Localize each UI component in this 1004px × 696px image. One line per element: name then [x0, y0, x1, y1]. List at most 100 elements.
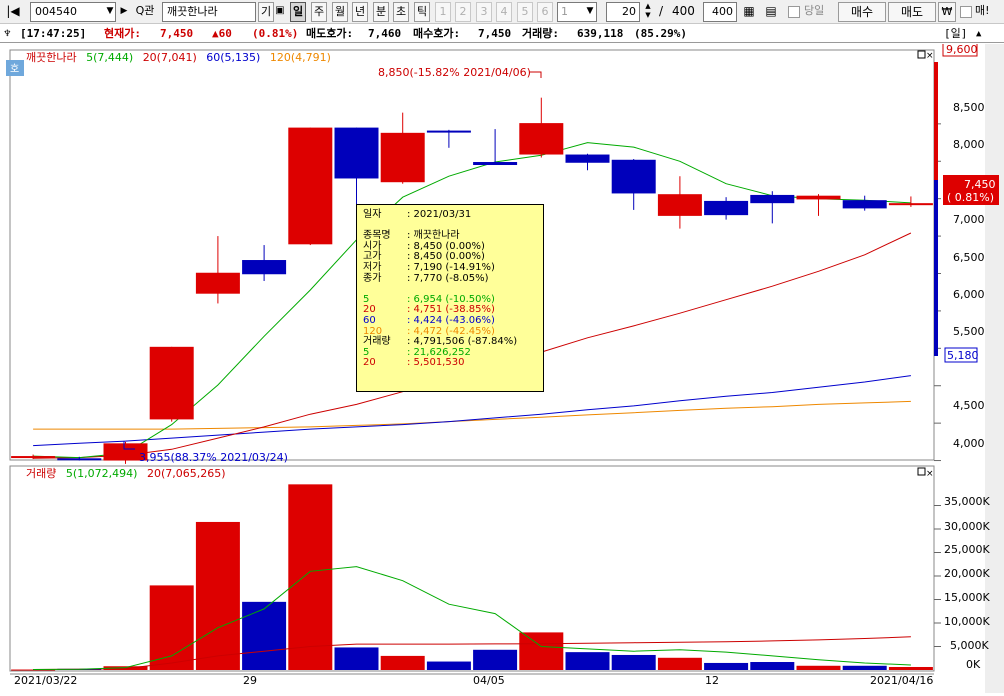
candle-body[interactable] — [611, 159, 656, 194]
candle-body[interactable] — [242, 260, 287, 275]
tooltip-value: : 7,190 (-14.91%) — [407, 261, 495, 273]
volume-bar[interactable] — [796, 665, 841, 670]
code-dropdown-icon[interactable]: ▼ — [104, 2, 116, 22]
quote-time: [17:47:25] — [20, 27, 87, 40]
volume-bar[interactable] — [334, 647, 379, 670]
tooltip-row: 일자: 2021/03/31 — [363, 209, 537, 221]
num-button-3[interactable]: 3 — [476, 2, 492, 22]
candle-body[interactable] — [473, 162, 518, 166]
calendar-icon[interactable]: ▦ — [741, 2, 757, 22]
lock-icon[interactable]: ▣ — [274, 2, 286, 22]
ohlc-tooltip: 일자: 2021/03/31 종목명: 깨끗한나라 시가: 8,450 (0.00%… — [356, 204, 544, 392]
volume-bar[interactable] — [842, 665, 887, 670]
info-button[interactable]: 기 — [258, 2, 274, 22]
vol-tick-20000: 20,000K — [944, 567, 990, 580]
price-tick-5500: 5,500 — [953, 325, 985, 338]
volume-legend: 거래량 5(1,072,494) 20(7,065,265) — [26, 467, 226, 480]
date-label-0405: 04/05 — [473, 674, 505, 687]
volume-pct: (85.29%) — [634, 27, 687, 40]
date-label-start: 2021/03/22 — [14, 674, 77, 687]
volume-bar[interactable] — [149, 585, 194, 670]
candle-body[interactable] — [565, 154, 610, 163]
volume-bar[interactable] — [473, 649, 518, 670]
next-stock-icon[interactable]: ▶ — [118, 2, 130, 22]
price-panel-close-icon[interactable]: × — [926, 51, 934, 61]
candle-body[interactable] — [334, 127, 379, 179]
count-input[interactable]: 20 — [606, 2, 640, 22]
tooltip-key: 저가 — [363, 261, 382, 273]
won-button[interactable]: ₩ — [938, 2, 956, 22]
candle-body[interactable] — [195, 272, 240, 294]
vol-ma5-legend: 5(1,072,494) — [66, 467, 138, 480]
period-month-button[interactable]: 월 — [332, 2, 348, 22]
period-tick-button[interactable]: 틱 — [414, 2, 430, 22]
candle-body[interactable] — [796, 195, 841, 200]
current-pct-axis-label: ( 0.81%) — [947, 191, 994, 204]
today-checkbox[interactable] — [788, 6, 800, 18]
volume-bar[interactable] — [242, 601, 287, 670]
num-button-4[interactable]: 4 — [496, 2, 512, 22]
period-week-button[interactable]: 주 — [311, 2, 327, 22]
period-second-button[interactable]: 초 — [393, 2, 409, 22]
volume-bar[interactable] — [704, 662, 749, 670]
num-button-6[interactable]: 6 — [537, 2, 553, 22]
price-legend: 깨끗한나라 5(7,444) 20(7,041) 60(5,135) 120(4… — [26, 51, 331, 64]
sell-button[interactable]: 매도 — [888, 2, 936, 22]
volume-panel-close-icon[interactable]: × — [926, 469, 934, 479]
price-change: ▲60 — [212, 27, 232, 40]
pin-icon[interactable]: ♆ — [4, 25, 11, 43]
vol-tick-15000: 15,000K — [944, 591, 990, 604]
volume-bar[interactable] — [657, 657, 702, 670]
candle-body[interactable] — [750, 194, 795, 204]
save-icon[interactable]: ▤ — [763, 2, 779, 22]
candle-body[interactable] — [888, 203, 933, 206]
volume-bar[interactable] — [288, 484, 333, 670]
interval-dropdown-icon[interactable]: ▼ — [584, 2, 596, 22]
candle-body[interactable] — [57, 458, 102, 461]
search-icon[interactable]: Q관 — [131, 2, 159, 22]
volume-bar[interactable] — [519, 632, 564, 670]
candle-body[interactable] — [704, 200, 749, 216]
candle-body[interactable] — [426, 130, 471, 133]
toolbar: |◀ 004540 ▼ ▶ Q관 깨끗한나라 기 ▣ 일 주 월 년 분 초 틱… — [0, 0, 1004, 24]
volume-bar[interactable] — [195, 521, 240, 670]
volume-bar[interactable] — [611, 654, 656, 670]
side-tag-label: 호 — [10, 63, 19, 75]
buy-button[interactable]: 매수 — [838, 2, 886, 22]
price-tick-8500: 8,500 — [953, 101, 985, 114]
num-button-1[interactable]: 1 — [435, 2, 451, 22]
buy2-checkbox[interactable] — [960, 6, 972, 18]
num-button-5[interactable]: 5 — [517, 2, 533, 22]
tooltip-value: : 6,954 (-10.50%) — [407, 293, 495, 305]
scroll-up-icon[interactable]: ▲ — [976, 25, 981, 43]
volume-bar[interactable] — [750, 662, 795, 670]
price-tick-7000: 7,000 — [953, 213, 985, 226]
count-spinner-icon[interactable]: ▲ ▼ — [641, 2, 655, 22]
volume-value: 639,118 — [577, 27, 624, 40]
tooltip-value: : 깨끗한나라 — [407, 230, 460, 242]
volume-bar[interactable] — [380, 655, 425, 670]
period-day-button[interactable]: 일 — [290, 2, 306, 22]
num-button-2[interactable]: 2 — [455, 2, 471, 22]
candle-body[interactable] — [11, 456, 56, 459]
candle-body[interactable] — [657, 194, 702, 216]
candle-body[interactable] — [149, 346, 194, 420]
tooltip-value: : 4,472 (-42.45%) — [407, 325, 495, 337]
count-total-input[interactable]: 400 — [703, 2, 737, 22]
vol-tick-35000: 35,000K — [944, 495, 990, 508]
period-minute-button[interactable]: 분 — [373, 2, 389, 22]
candle-body[interactable] — [380, 132, 425, 183]
candle-body[interactable] — [842, 200, 887, 209]
price-tick-6500: 6,500 — [953, 251, 985, 264]
today-label: 당일 — [804, 4, 825, 17]
candle-body[interactable] — [288, 127, 333, 245]
first-page-icon[interactable]: |◀ — [4, 2, 22, 22]
bid-label: 매수호가: — [413, 27, 461, 40]
candle-body[interactable] — [519, 123, 564, 155]
period-year-button[interactable]: 년 — [352, 2, 368, 22]
volume-bar[interactable] — [888, 666, 933, 670]
vol-tick-30000: 30,000K — [944, 520, 990, 533]
volume-bar[interactable] — [426, 661, 471, 670]
volume-bar[interactable] — [565, 652, 610, 670]
tooltip-value: : 5,501,530 — [407, 357, 465, 369]
